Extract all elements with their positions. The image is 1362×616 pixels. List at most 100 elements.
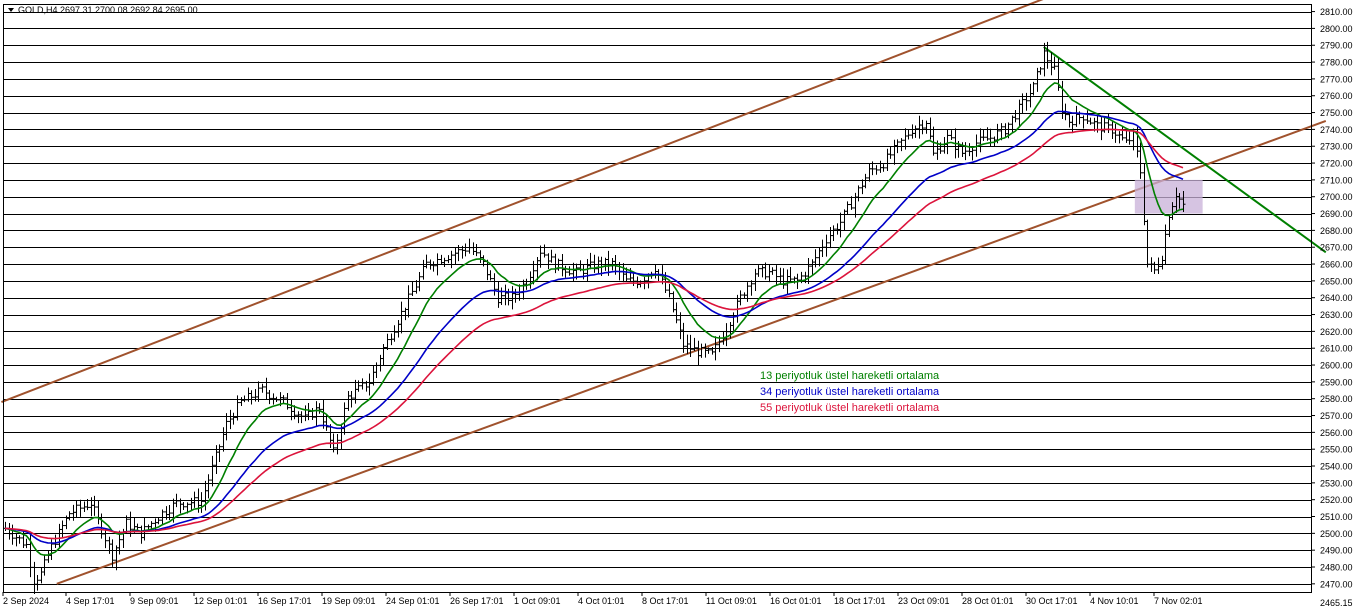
price-label: 2500.00: [1320, 529, 1353, 539]
price-bar: [596, 256, 601, 274]
price-bar: [3, 521, 8, 532]
price-bar: [696, 340, 701, 366]
time-label: 23 Oct 09:01: [898, 596, 950, 606]
price-bar: [374, 362, 379, 379]
price-bar: [1156, 257, 1161, 274]
price-bar: [845, 201, 850, 215]
price-bar: [10, 524, 15, 545]
price-label-bottom: 2465.15: [1320, 598, 1353, 608]
price-bar: [1074, 105, 1079, 127]
price-bar: [24, 538, 29, 549]
price-bar: [471, 242, 476, 256]
price-label: 2620.00: [1320, 327, 1353, 337]
price-bars: [3, 41, 1186, 595]
price-label: 2760.00: [1320, 91, 1353, 101]
price-axis[interactable]: 2810.00 2800.00 2790.00 2780.00 2770.00 2760.…: [1311, 7, 1353, 608]
price-bar: [242, 395, 247, 403]
price-bar: [970, 146, 975, 161]
price-bar: [96, 499, 101, 525]
price-label: 2520.00: [1320, 495, 1353, 505]
price-bar: [942, 136, 947, 154]
time-label: 19 Sep 09:01: [322, 596, 376, 606]
price-bar: [439, 254, 444, 265]
price-bar: [1088, 117, 1093, 125]
price-label: 2790.00: [1320, 41, 1353, 51]
price-bar: [231, 412, 236, 425]
price-bar: [306, 403, 311, 421]
price-bar: [917, 115, 922, 139]
price-bar: [1067, 112, 1072, 128]
price-bar: [199, 492, 204, 513]
price-label: 2800.00: [1320, 24, 1353, 34]
price-bar: [678, 312, 683, 340]
price-bar: [285, 393, 290, 410]
price-bar: [1049, 52, 1054, 76]
price-bar: [267, 390, 272, 405]
price-label: 2740.00: [1320, 125, 1353, 135]
price-label: 2560.00: [1320, 428, 1353, 438]
price-label: 2540.00: [1320, 462, 1353, 472]
price-bar: [981, 129, 986, 141]
time-label: 1 Oct 09:01: [514, 596, 561, 606]
price-bar: [824, 234, 829, 257]
price-bar: [289, 399, 294, 421]
price-label: 2720.00: [1320, 159, 1353, 169]
price-bar: [753, 268, 758, 292]
price-label: 2640.00: [1320, 293, 1353, 303]
legend-entry: 34 periyotluk üstel hareketli ortalama: [760, 386, 940, 398]
price-bar: [1127, 131, 1132, 145]
price-bar: [488, 270, 493, 281]
price-bar: [1010, 115, 1015, 134]
price-bar: [849, 196, 854, 210]
price-bar: [14, 533, 19, 547]
price-bar: [189, 497, 194, 511]
time-label: 7 Nov 02:01: [1154, 596, 1203, 606]
price-bar: [32, 561, 37, 595]
trend-lines[interactable]: [1, 0, 1327, 585]
price-bar: [71, 504, 76, 521]
price-label: 2580.00: [1320, 394, 1353, 404]
price-bar: [299, 411, 304, 424]
price-bar: [1124, 129, 1129, 143]
price-bar: [449, 250, 454, 269]
price-bar: [513, 288, 518, 303]
price-bar: [478, 250, 483, 264]
price-bar: [1138, 142, 1143, 179]
price-bar: [442, 257, 447, 268]
price-bar: [881, 164, 886, 172]
price-label: 2710.00: [1320, 175, 1353, 185]
legend-entry: 13 periyotluk üstel hareketli ortalama: [760, 370, 940, 382]
price-bar: [1085, 110, 1090, 124]
price-bar: [1013, 110, 1018, 123]
price-label: 2690.00: [1320, 209, 1353, 219]
price-label: 2660.00: [1320, 260, 1353, 270]
price-bar: [392, 325, 397, 342]
downtrend-line: [1043, 46, 1327, 254]
price-bar: [835, 223, 840, 235]
price-bar: [1113, 123, 1118, 143]
price-bar: [410, 282, 415, 296]
price-bar: [46, 550, 51, 563]
price-bar: [510, 286, 515, 310]
price-bar: [878, 160, 883, 173]
price-bar: [549, 249, 554, 263]
ema-13-line: [4, 82, 1184, 556]
price-bar: [874, 165, 879, 175]
gold-h4-chart[interactable]: 13 periyotluk üstel hareketli ortalama 34…: [0, 0, 1362, 611]
channel-upper-line: [1, 0, 1044, 403]
price-bar: [1052, 56, 1057, 70]
price-bar: [260, 383, 265, 393]
price-bar: [17, 535, 22, 544]
price-bar: [770, 267, 775, 275]
price-bar: [321, 399, 326, 429]
time-label: 9 Sep 09:01: [130, 596, 179, 606]
chart-canvas[interactable]: 13 periyotluk üstel hareketli ortalama 34…: [0, 0, 1362, 611]
price-bar: [406, 285, 411, 318]
price-bar: [399, 301, 404, 334]
price-bar: [192, 491, 197, 508]
time-axis[interactable]: 2 Sep 2024 4 Sep 17:01 9 Sep 09:01 12 Sep 0…: [2, 592, 1203, 606]
price-bar: [910, 124, 915, 139]
price-bar: [360, 378, 365, 390]
price-bar: [806, 257, 811, 284]
price-bar: [756, 265, 761, 277]
